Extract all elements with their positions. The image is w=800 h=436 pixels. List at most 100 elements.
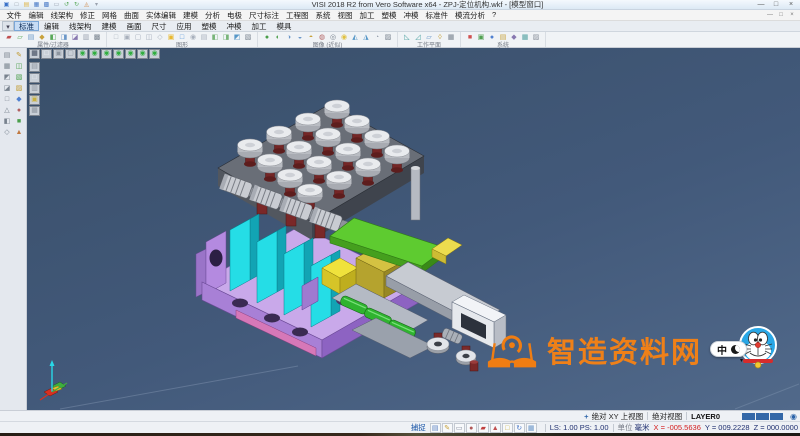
filter-curve-icon[interactable]: ◧ xyxy=(48,33,58,42)
active-layer-button[interactable]: LAYER0 xyxy=(691,412,720,421)
zoom-all-icon[interactable]: ▣ xyxy=(122,33,132,42)
ribbon-tab[interactable]: 画面 xyxy=(122,21,147,31)
workplane-view-icon[interactable]: ▱ xyxy=(424,33,434,42)
menu-item[interactable]: 线架构 xyxy=(47,10,77,21)
system-window-icon[interactable]: ▦ xyxy=(520,33,530,42)
view-orient-right-icon[interactable]: ◉ xyxy=(101,49,112,59)
delete-tool-icon[interactable]: □ xyxy=(2,95,13,105)
status-truck-icon[interactable]: ▰ xyxy=(477,422,489,433)
workplane-selector[interactable]: 绝对 XY 上视图 xyxy=(592,411,644,422)
render-flat-icon[interactable]: ◓ xyxy=(306,33,316,42)
sketch-tool-icon[interactable]: ✎ xyxy=(14,51,25,61)
mdi-restore-button[interactable]: □ xyxy=(776,11,786,19)
save-all-icon[interactable]: ▩ xyxy=(42,1,51,9)
menu-item[interactable]: 冲模 xyxy=(400,10,422,21)
wireframe-view-icon[interactable]: □ xyxy=(177,33,187,42)
attr-layer-icon[interactable]: ▤ xyxy=(26,33,36,42)
transparency-icon[interactable]: ◔ xyxy=(372,33,382,42)
section-icon[interactable]: ◮ xyxy=(361,33,371,42)
status-pen-icon[interactable]: ✎ xyxy=(441,422,453,433)
background-icon[interactable]: ▨ xyxy=(383,33,393,42)
style-icon[interactable]: ◬ xyxy=(82,1,91,9)
status-doc-icon[interactable]: □ xyxy=(501,422,513,433)
view-iso-icon[interactable]: ◩ xyxy=(232,33,242,42)
menu-item[interactable]: 实体编辑 xyxy=(143,10,180,21)
view-orient-back-icon[interactable]: ◉ xyxy=(125,49,136,59)
menu-item[interactable]: 模流分析 xyxy=(452,10,489,21)
redo-icon[interactable]: ↻ xyxy=(72,1,81,9)
vp-prop-icon[interactable]: ▦ xyxy=(29,106,40,116)
redraw-icon[interactable]: □ xyxy=(111,33,121,42)
snap-toggle[interactable]: 捕捉 xyxy=(411,422,426,433)
ribbon-tab[interactable]: 建模 xyxy=(97,21,122,31)
measure-tool-icon[interactable]: ◫ xyxy=(14,62,25,72)
feature-tool-icon[interactable]: ◇ xyxy=(2,128,13,138)
circle-tool-icon[interactable]: ● xyxy=(14,106,25,116)
filter-mask-icon[interactable]: ▥ xyxy=(81,33,91,42)
pan-view-icon[interactable]: ◇ xyxy=(155,33,165,42)
menu-item[interactable]: 工程图 xyxy=(283,10,313,21)
new-file-icon[interactable]: □ xyxy=(12,1,21,9)
view-mode-selector[interactable]: 绝对视图 xyxy=(652,411,682,422)
status-flag-icon[interactable]: ▲ xyxy=(489,422,501,433)
system-tools-icon[interactable]: ◆ xyxy=(509,33,519,42)
menu-item[interactable]: 编辑 xyxy=(25,10,47,21)
view-blank-icon[interactable]: □ xyxy=(41,49,52,59)
workplane-reset-icon[interactable]: ▦ xyxy=(446,33,456,42)
light-icon[interactable]: ◉ xyxy=(339,33,349,42)
print-icon[interactable]: ▭ xyxy=(52,1,61,9)
ribbon-tab[interactable]: 标准 xyxy=(14,21,39,31)
ribbon-tab[interactable]: 冲模 xyxy=(222,21,247,31)
menu-item[interactable]: 建模 xyxy=(180,10,202,21)
maximize-button[interactable]: □ xyxy=(769,1,783,9)
zoom-prev-icon[interactable]: ◫ xyxy=(144,33,154,42)
status-grid-icon[interactable]: ▦ xyxy=(525,422,537,433)
ribbon-tab[interactable]: 加工 xyxy=(247,21,272,31)
menu-item[interactable]: 塑模 xyxy=(378,10,400,21)
view-split-icon[interactable]: ◧ xyxy=(210,33,220,42)
close-button[interactable]: × xyxy=(784,1,798,9)
save-icon[interactable]: ▦ xyxy=(32,1,41,9)
filter-solid-icon[interactable]: ◪ xyxy=(70,33,80,42)
system-catalog-icon[interactable]: ▤ xyxy=(498,33,508,42)
workplane-xz-icon[interactable]: ◿ xyxy=(413,33,423,42)
view-orient-bottom-icon[interactable]: ◉ xyxy=(137,49,148,59)
point-tool-icon[interactable]: ◆ xyxy=(14,95,25,105)
scale-tool-icon[interactable]: ▨ xyxy=(14,84,25,94)
minimize-button[interactable]: — xyxy=(754,1,768,9)
vp-doc-icon[interactable]: ▤ xyxy=(29,62,40,72)
ribbon-tab[interactable]: 尺寸 xyxy=(147,21,172,31)
view-orient-top-icon[interactable]: ◉ xyxy=(77,49,88,59)
filter-surface-icon[interactable]: ◨ xyxy=(59,33,69,42)
texture-icon[interactable]: ◍ xyxy=(317,33,327,42)
tab-dropdown-icon[interactable]: ▾ xyxy=(2,21,14,31)
view-orient-front-icon[interactable]: ◉ xyxy=(89,49,100,59)
view-orient-left-icon[interactable]: ◉ xyxy=(113,49,124,59)
mirror-tool-icon[interactable]: ◪ xyxy=(2,84,13,94)
trim-tool-icon[interactable]: ▦ xyxy=(2,62,13,72)
view-orient-iso-icon[interactable]: ◉ xyxy=(149,49,160,59)
select-tool-icon[interactable]: ▤ xyxy=(2,51,13,61)
system-help-icon[interactable]: ▨ xyxy=(531,33,541,42)
system-settings-icon[interactable]: ■ xyxy=(465,33,475,42)
ribbon-tab[interactable]: 线架构 xyxy=(64,21,97,31)
menu-item[interactable]: 分析 xyxy=(202,10,224,21)
attr-line-icon[interactable]: ▱ xyxy=(15,33,25,42)
app-icon[interactable]: ▣ xyxy=(2,1,11,9)
clip-plane-icon[interactable]: ◭ xyxy=(350,33,360,42)
menu-item[interactable]: 文件 xyxy=(3,10,25,21)
filter-point-icon[interactable]: ◆ xyxy=(37,33,47,42)
mdi-minimize-button[interactable]: — xyxy=(765,11,775,19)
menu-item[interactable]: 加工 xyxy=(356,10,378,21)
workplane-entity-icon[interactable]: ◊ xyxy=(435,33,445,42)
qa-dropdown-icon[interactable]: ▾ xyxy=(92,1,101,9)
workplane-xy-icon[interactable]: ◺ xyxy=(402,33,412,42)
menu-item[interactable]: 视图 xyxy=(334,10,356,21)
system-info-icon[interactable]: ● xyxy=(487,33,497,42)
undo-icon[interactable]: ↺ xyxy=(62,1,71,9)
shadow-icon[interactable]: ◎ xyxy=(328,33,338,42)
vp-group-icon[interactable]: ▣ xyxy=(29,95,40,105)
render-mode-icon[interactable]: ● xyxy=(262,33,272,42)
dynamic-rotate-icon[interactable]: ◉ xyxy=(188,33,198,42)
mdi-close-button[interactable]: × xyxy=(787,11,797,19)
